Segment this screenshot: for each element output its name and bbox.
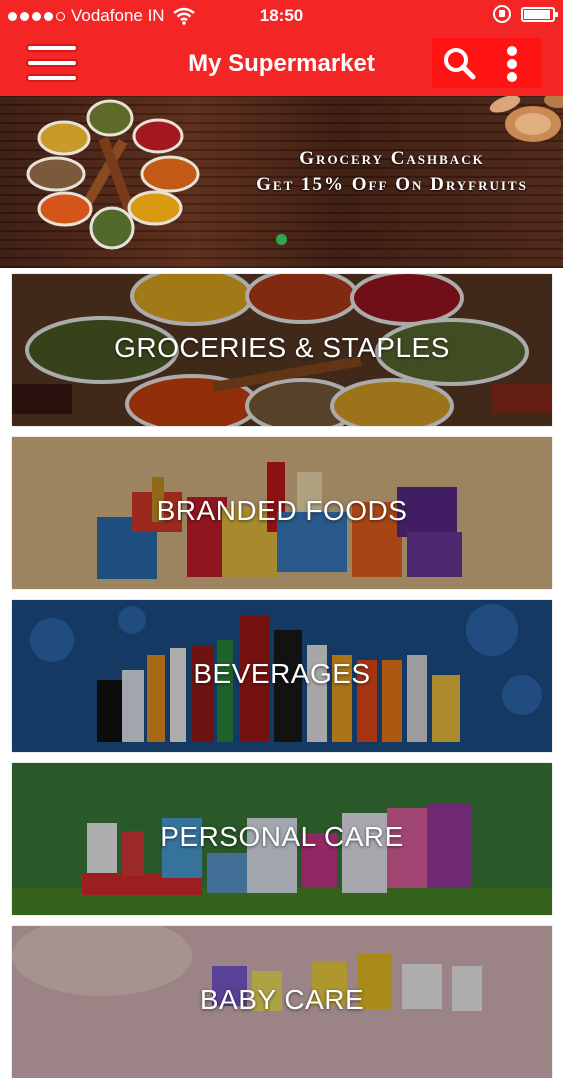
category-branded-foods[interactable]: BRANDED FOODS [12,437,552,589]
banner-pager-dot[interactable] [276,234,287,245]
status-bar: Vodafone IN 18:50 [0,0,563,32]
banner-headline: Grocery Cashback [299,148,485,169]
category-personal-care[interactable]: PERSONAL CARE [12,763,552,915]
category-baby-care[interactable]: BABY CARE [12,926,552,1078]
banner-offer: Get 15% Off On Dryfruits [256,174,528,195]
app-bar-actions [432,38,541,88]
search-icon[interactable] [442,46,476,80]
category-label: PERSONAL CARE [160,821,404,852]
spice-bowls-image [26,99,200,250]
category-beverages[interactable]: BEVERAGES [12,600,552,752]
category-label: GROCERIES & STAPLES [114,332,450,363]
category-label: BRANDED FOODS [156,495,408,526]
promo-banner[interactable]: Grocery Cashback Get 15% Off On Dryfruit… [0,96,563,268]
category-label: BEVERAGES [193,658,371,689]
category-groceries-staples[interactable]: GROCERIES & STAPLES [12,274,552,426]
more-vertical-icon[interactable] [500,44,524,82]
status-time: 18:50 [259,6,304,25]
rotation-lock-icon [493,5,511,23]
status-right [493,5,558,23]
battery-icon [521,6,558,22]
category-label: BABY CARE [199,984,365,1015]
app-bar: My Supermarket [0,32,563,96]
dry-fruits-image [489,96,563,142]
